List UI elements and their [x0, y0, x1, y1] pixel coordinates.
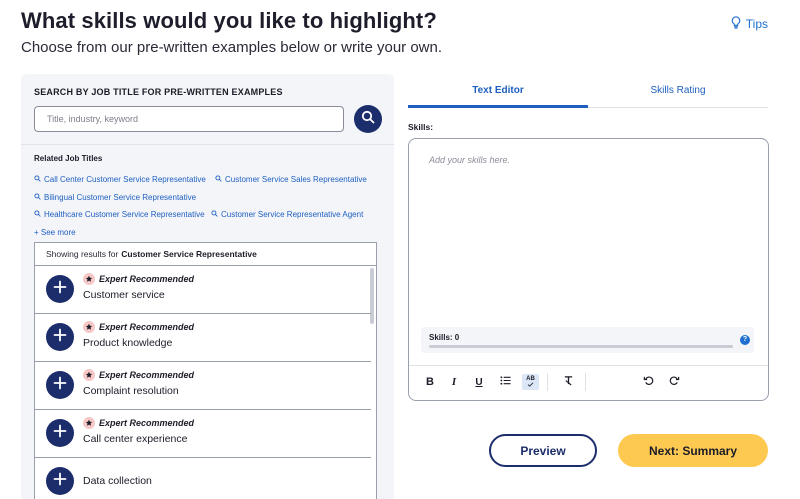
star-icon — [83, 321, 95, 333]
clear-format-icon — [563, 375, 574, 389]
related-link-label: Customer Service Representative Agent — [221, 210, 364, 219]
skill-label: Product knowledge — [83, 337, 173, 349]
plus-icon — [53, 472, 67, 491]
list-item[interactable]: Expert Recommended Product knowledge — [35, 314, 371, 362]
list-item[interactable]: Data collection — [35, 458, 371, 499]
related-link-label: Customer Service Sales Representative — [225, 175, 367, 184]
plus-icon — [53, 280, 67, 299]
skill-label: Call center experience — [83, 433, 188, 445]
star-icon — [83, 369, 95, 381]
undo-button[interactable] — [641, 374, 655, 390]
search-input[interactable] — [34, 106, 344, 132]
related-link[interactable]: Bilingual Customer Service Representativ… — [34, 193, 196, 202]
related-link-label: Call Center Customer Service Representat… — [44, 175, 206, 184]
related-link[interactable]: Customer Service Representative Agent — [211, 210, 363, 219]
tips-label: Tips — [745, 17, 768, 31]
search-icon — [215, 175, 222, 184]
skills-editor[interactable]: Add your skills here. Skills: 0 ? B I U … — [408, 138, 769, 401]
results-query: Customer Service Representative — [121, 249, 257, 259]
redo-icon — [669, 375, 680, 389]
bullet-list-icon — [499, 375, 511, 389]
badge-label: Expert Recommended — [99, 418, 195, 428]
toolbar-separator — [585, 373, 586, 391]
editor-placeholder[interactable]: Add your skills here. — [429, 155, 510, 165]
examples-panel: SEARCH BY JOB TITLE FOR PRE-WRITTEN EXAM… — [21, 74, 394, 499]
toolbar-divider — [409, 365, 768, 366]
related-link-label: Bilingual Customer Service Representativ… — [44, 193, 197, 202]
skills-count: Skills: 0 — [429, 333, 460, 342]
skills-meter: Skills: 0 ? — [421, 327, 754, 353]
add-skill-button[interactable] — [46, 371, 74, 399]
related-link[interactable]: Customer Service Sales Representative — [215, 175, 367, 184]
expert-recommended-badge: Expert Recommended — [83, 273, 194, 285]
toolbar-separator — [547, 373, 548, 391]
italic-button[interactable]: I — [447, 374, 461, 390]
star-icon — [83, 273, 95, 285]
skill-label: Customer service — [83, 289, 165, 301]
related-link[interactable]: Call Center Customer Service Representat… — [34, 175, 206, 184]
next-summary-button[interactable]: Next: Summary — [618, 434, 768, 467]
undo-icon — [643, 375, 654, 389]
preview-button[interactable]: Preview — [489, 434, 597, 467]
see-more-link[interactable]: + See more — [34, 228, 76, 237]
plus-icon — [53, 424, 67, 443]
results-prefix: Showing results for — [46, 249, 119, 259]
page-subtitle: Choose from our pre-written examples bel… — [21, 39, 443, 56]
search-icon — [361, 110, 375, 129]
search-button[interactable] — [354, 105, 382, 133]
list-item[interactable]: Expert Recommended Customer service — [35, 266, 371, 314]
search-icon — [34, 175, 41, 184]
add-skill-button[interactable] — [46, 275, 74, 303]
add-skill-button[interactable] — [46, 323, 74, 351]
bullet-list-button[interactable] — [497, 374, 513, 390]
plus-icon — [53, 376, 67, 395]
search-header: SEARCH BY JOB TITLE FOR PRE-WRITTEN EXAM… — [34, 87, 283, 97]
check-icon — [527, 382, 534, 389]
add-skill-button[interactable] — [46, 467, 74, 495]
search-icon — [211, 210, 218, 219]
expert-recommended-badge: Expert Recommended — [83, 369, 194, 381]
related-titles-header: Related Job Titles — [34, 154, 103, 163]
spellcheck-button[interactable]: AB — [522, 374, 539, 390]
page-title: What skills would you like to highlight? — [21, 8, 437, 33]
plus-icon — [53, 328, 67, 347]
bold-button[interactable]: B — [423, 374, 437, 390]
lightbulb-icon — [730, 16, 742, 32]
search-icon — [34, 193, 41, 202]
star-icon — [83, 417, 95, 429]
clear-format-button[interactable] — [559, 374, 577, 390]
skill-label: Data collection — [83, 475, 152, 487]
tab-text-editor[interactable]: Text Editor — [408, 80, 588, 108]
tab-skills-rating[interactable]: Skills Rating — [588, 80, 768, 108]
list-item[interactable]: Expert Recommended Complaint resolution — [35, 362, 371, 410]
related-link[interactable]: Healthcare Customer Service Representati… — [34, 210, 205, 219]
redo-button[interactable] — [667, 374, 681, 390]
list-item[interactable]: Expert Recommended Call center experienc… — [35, 410, 371, 458]
results-list: Showing results for Customer Service Rep… — [34, 242, 377, 499]
results-header: Showing results for Customer Service Rep… — [35, 243, 376, 266]
skills-field-label: Skills: — [408, 122, 434, 132]
add-skill-button[interactable] — [46, 419, 74, 447]
badge-label: Expert Recommended — [99, 322, 195, 332]
search-icon — [34, 210, 41, 219]
expert-recommended-badge: Expert Recommended — [83, 417, 194, 429]
expert-recommended-badge: Expert Recommended — [83, 321, 194, 333]
badge-label: Expert Recommended — [99, 370, 195, 380]
tips-link[interactable]: Tips — [730, 16, 768, 32]
editor-tabs: Text Editor Skills Rating — [408, 80, 768, 108]
help-icon[interactable]: ? — [740, 335, 750, 345]
badge-label: Expert Recommended — [99, 274, 195, 284]
skills-progress-bar — [429, 345, 733, 348]
panel-divider — [21, 144, 394, 145]
underline-button[interactable]: U — [471, 374, 487, 390]
related-link-label: Healthcare Customer Service Representati… — [44, 210, 205, 219]
skill-label: Complaint resolution — [83, 385, 179, 397]
